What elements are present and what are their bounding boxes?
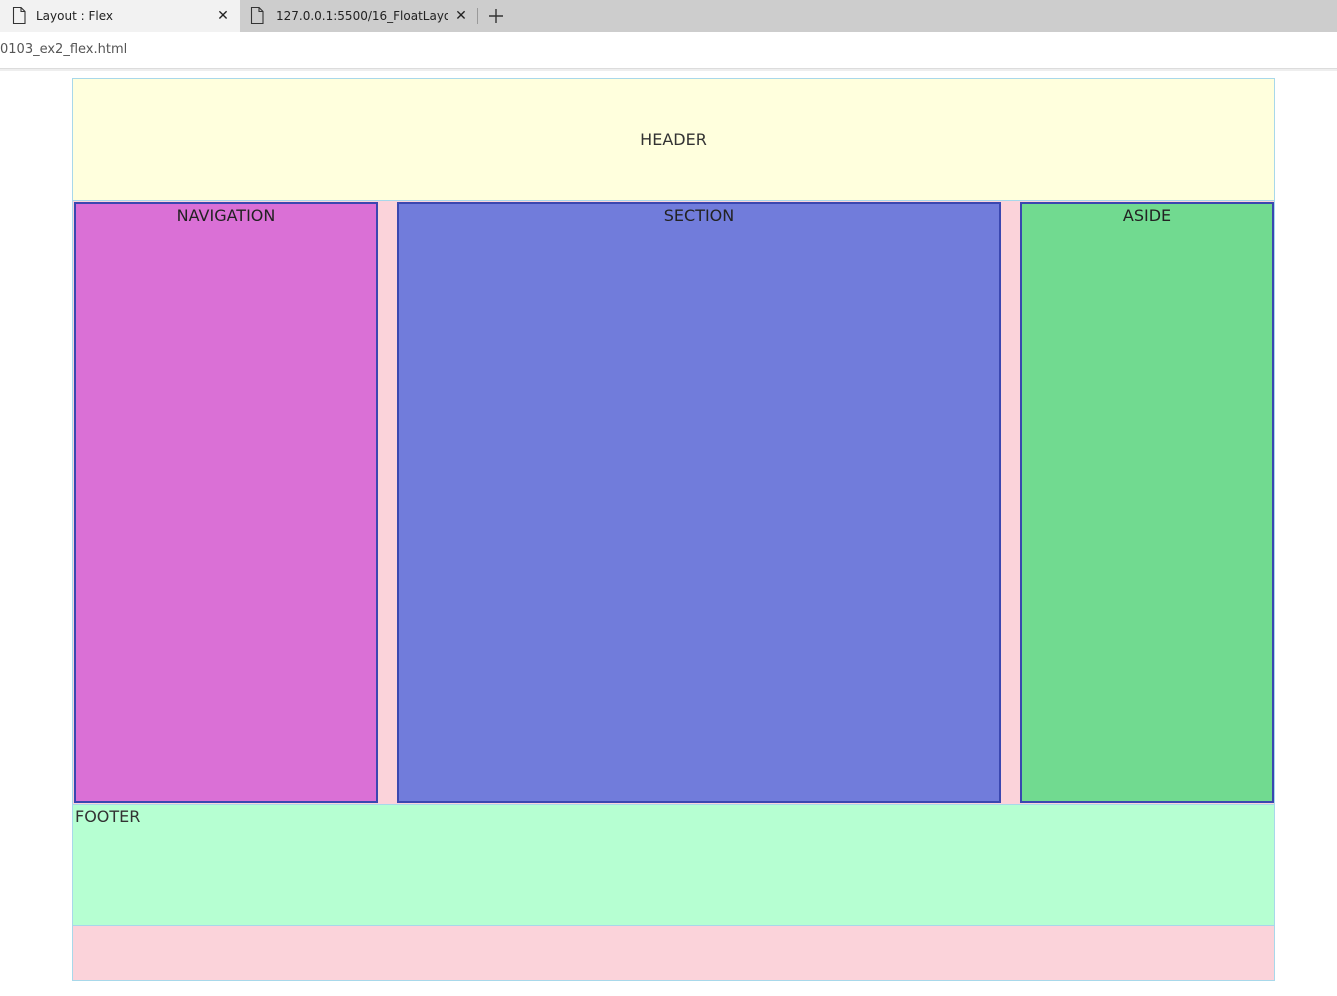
page-icon <box>12 7 26 24</box>
page-container: HEADER NAVIGATION SECTION ASIDE FOOTER <box>72 78 1275 981</box>
close-icon[interactable]: ✕ <box>453 8 469 24</box>
plus-icon <box>489 9 503 23</box>
section-label: SECTION <box>663 206 735 225</box>
section-column: SECTION <box>397 202 1001 803</box>
tab-float-layout[interactable]: 127.0.0.1:5500/16_FloatLayout.html ✕ <box>240 0 476 32</box>
page-header: HEADER <box>73 79 1274 201</box>
header-label: HEADER <box>640 130 707 149</box>
aside-label: ASIDE <box>1122 206 1172 225</box>
address-bar[interactable]: 0103_ex2_flex.html <box>0 42 127 58</box>
toolbar-divider <box>0 69 1337 71</box>
new-tab-button[interactable] <box>484 4 508 28</box>
close-icon[interactable]: ✕ <box>215 8 231 24</box>
footer-label: FOOTER <box>75 807 141 826</box>
page-icon <box>250 7 264 24</box>
navigation-column: NAVIGATION <box>74 202 378 803</box>
tab-layout-flex[interactable]: Layout : Flex ✕ <box>0 0 240 32</box>
navigation-label: NAVIGATION <box>176 206 276 225</box>
browser-toolbar: 0103_ex2_flex.html <box>0 32 1337 69</box>
tab-divider <box>477 8 478 24</box>
tab-title: 127.0.0.1:5500/16_FloatLayout.html <box>276 9 448 23</box>
tab-strip: Layout : Flex ✕ 127.0.0.1:5500/16_FloatL… <box>0 0 1337 32</box>
aside-column: ASIDE <box>1020 202 1274 803</box>
tab-title: Layout : Flex <box>36 9 113 23</box>
page-footer: FOOTER <box>73 804 1274 926</box>
